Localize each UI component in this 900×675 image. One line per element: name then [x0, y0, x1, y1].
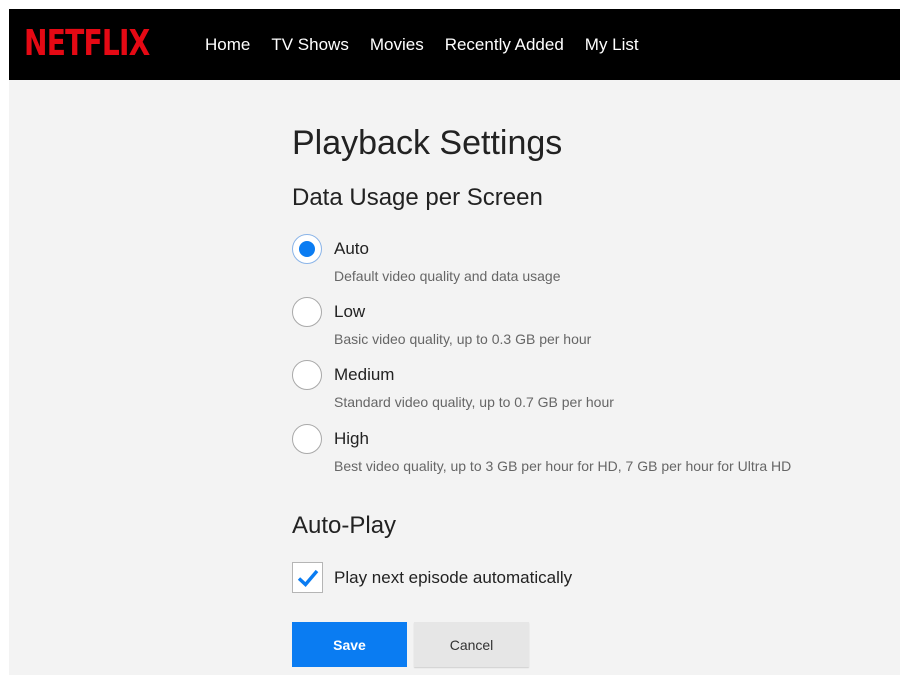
- nav-tv-shows[interactable]: TV Shows: [271, 35, 348, 55]
- option-description: Best video quality, up to 3 GB per hour …: [334, 458, 792, 474]
- main-nav: Home TV Shows Movies Recently Added My L…: [205, 9, 660, 80]
- nav-home[interactable]: Home: [205, 35, 250, 55]
- auto-play-heading: Auto-Play: [292, 512, 397, 539]
- cancel-button[interactable]: Cancel: [414, 622, 529, 667]
- top-navigation-bar: NETFLIX Home TV Shows Movies Recently Ad…: [9, 9, 900, 80]
- data-usage-option-medium[interactable]: Medium Standard video quality, up to 0.7…: [292, 360, 892, 410]
- option-label: Low: [334, 302, 366, 321]
- auto-play-label: Play next episode automatically: [334, 568, 573, 587]
- radio-low[interactable]: [292, 297, 322, 327]
- nav-recently-added[interactable]: Recently Added: [445, 35, 564, 55]
- data-usage-option-low[interactable]: Low Basic video quality, up to 0.3 GB pe…: [292, 297, 892, 347]
- checkmark-icon: [297, 569, 319, 587]
- auto-play-next-episode[interactable]: Play next episode automatically: [292, 562, 692, 594]
- data-usage-heading: Data Usage per Screen: [292, 184, 543, 211]
- netflix-logo[interactable]: NETFLIX: [24, 16, 150, 72]
- radio-auto[interactable]: [292, 234, 322, 264]
- option-label: Medium: [334, 365, 395, 384]
- option-label: High: [334, 429, 369, 448]
- radio-high[interactable]: [292, 424, 322, 454]
- page-title: Playback Settings: [292, 124, 563, 162]
- option-label: Auto: [334, 239, 369, 258]
- app-window: NETFLIX Home TV Shows Movies Recently Ad…: [9, 9, 900, 675]
- auto-play-checkbox[interactable]: [292, 562, 323, 593]
- radio-medium[interactable]: [292, 360, 322, 390]
- option-description: Default video quality and data usage: [334, 268, 561, 284]
- data-usage-option-auto[interactable]: Auto Default video quality and data usag…: [292, 234, 892, 284]
- option-description: Standard video quality, up to 0.7 GB per…: [334, 394, 614, 410]
- option-description: Basic video quality, up to 0.3 GB per ho…: [334, 331, 592, 347]
- save-button[interactable]: Save: [292, 622, 407, 667]
- nav-movies[interactable]: Movies: [370, 35, 424, 55]
- data-usage-option-high[interactable]: High Best video quality, up to 3 GB per …: [292, 424, 892, 474]
- nav-my-list[interactable]: My List: [585, 35, 639, 55]
